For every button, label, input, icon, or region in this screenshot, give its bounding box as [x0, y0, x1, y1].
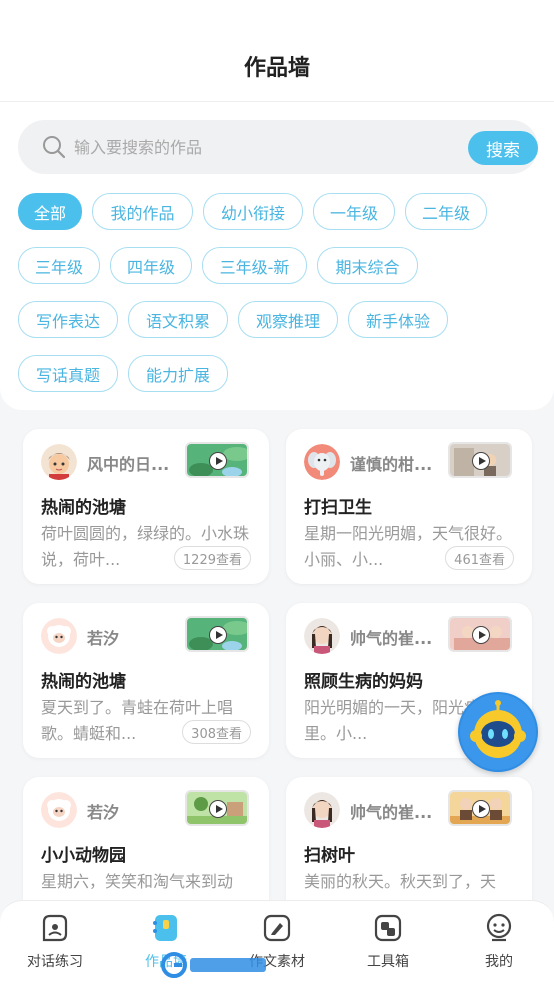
work-card[interactable]: 谨慎的柑... 打扫卫生 星期一阳光明媚，天气很好。小丽、小... 461查看	[286, 429, 532, 584]
filter-chip-preschool[interactable]: 幼小衔接	[203, 193, 303, 230]
work-title: 打扫卫生	[304, 498, 372, 518]
page-title: 作品墙	[243, 56, 310, 81]
search-input[interactable]	[74, 120, 434, 174]
play-icon	[209, 626, 227, 644]
play-icon	[472, 452, 490, 470]
material-icon	[263, 914, 291, 942]
tab-profile[interactable]: 我的	[454, 913, 544, 979]
filter-chip-past-exams[interactable]: 写话真题	[18, 355, 118, 392]
work-title: 小小动物园	[41, 846, 126, 866]
video-thumbnail[interactable]	[185, 790, 249, 826]
work-card[interactable]: 若汐 热闹的池塘 夏天到了。青蛙在荷叶上唱歌。蜻蜓和... 308查看	[23, 603, 269, 758]
view-count: 308查看	[182, 720, 251, 744]
chat-practice-icon	[42, 914, 68, 942]
view-count: 1229查看	[173, 546, 251, 570]
author-name: 若汐	[87, 629, 120, 648]
play-icon	[209, 452, 227, 470]
author-name: 帅气的崔...	[350, 803, 433, 822]
author-name: 若汐	[87, 803, 120, 822]
tab-label: 对话练习	[27, 954, 83, 970]
toolbox-icon	[374, 914, 402, 942]
filter-chip-beginner[interactable]: 新手体验	[348, 301, 448, 338]
author-name: 风中的日...	[87, 455, 170, 474]
search-button[interactable]: 搜索	[468, 131, 538, 165]
filter-chip-my-works[interactable]: 我的作品	[92, 193, 193, 230]
video-thumbnail[interactable]	[448, 442, 512, 478]
author-name: 帅气的崔...	[350, 629, 433, 648]
filter-chip-observation[interactable]: 观察推理	[238, 301, 338, 338]
filter-chip-extension[interactable]: 能力扩展	[128, 355, 228, 392]
play-icon	[472, 800, 490, 818]
author-name: 谨慎的柑...	[350, 455, 433, 474]
filter-chip-accumulation[interactable]: 语文积累	[128, 301, 228, 338]
video-thumbnail[interactable]	[185, 616, 249, 652]
video-thumbnail[interactable]	[448, 790, 512, 826]
filter-chip-all[interactable]: 全部	[18, 193, 82, 230]
girl-avatar-icon	[304, 618, 340, 654]
tab-toolbox[interactable]: 工具箱	[343, 913, 433, 979]
boy-avatar-icon	[41, 444, 77, 480]
filter-chip-grade4[interactable]: 四年级	[110, 247, 192, 284]
filter-chip-grade3-new[interactable]: 三年级-新	[202, 247, 307, 284]
search-bar[interactable]: 搜索	[18, 120, 538, 174]
works-wall-icon	[153, 915, 177, 941]
robot-icon	[460, 694, 536, 770]
work-title: 扫树叶	[304, 846, 355, 866]
filter-panel: 搜索 全部 我的作品 幼小衔接 一年级 二年级 三年级 四年级 三年级-新 期末…	[0, 102, 554, 410]
sheep-avatar-icon	[41, 618, 77, 654]
filter-chip-grade2[interactable]: 二年级	[405, 193, 487, 230]
work-title: 照顾生病的妈妈	[304, 672, 423, 692]
watermark-logo	[161, 952, 266, 978]
video-thumbnail[interactable]	[448, 616, 512, 652]
work-title: 热闹的池塘	[41, 498, 126, 518]
profile-icon	[486, 913, 512, 942]
elephant-avatar-icon	[304, 444, 340, 480]
filter-chip-grade1[interactable]: 一年级	[313, 193, 395, 230]
video-thumbnail[interactable]	[185, 442, 249, 478]
header: 作品墙	[0, 0, 554, 102]
bottom-tab-bar: 对话练习 作品墙 作文素材 工具箱 我的	[0, 900, 554, 984]
play-icon	[472, 626, 490, 644]
search-icon	[43, 136, 66, 159]
tab-chat-practice[interactable]: 对话练习	[10, 913, 100, 979]
filter-chip-writing[interactable]: 写作表达	[18, 301, 118, 338]
tab-label: 我的	[485, 954, 513, 970]
sheep-avatar-icon	[41, 792, 77, 828]
view-count: 461查看	[445, 546, 514, 570]
tab-label: 工具箱	[367, 954, 409, 970]
filter-chip-final-review[interactable]: 期末综合	[317, 247, 418, 284]
play-icon	[209, 800, 227, 818]
work-title: 热闹的池塘	[41, 672, 126, 692]
filter-chip-grade3[interactable]: 三年级	[18, 247, 100, 284]
work-card[interactable]: 风中的日... 热闹的池塘 荷叶圆圆的，绿绿的。小水珠说，荷叶... 1229查…	[23, 429, 269, 584]
robot-assistant-button[interactable]	[458, 692, 538, 772]
girl-avatar-icon	[304, 792, 340, 828]
